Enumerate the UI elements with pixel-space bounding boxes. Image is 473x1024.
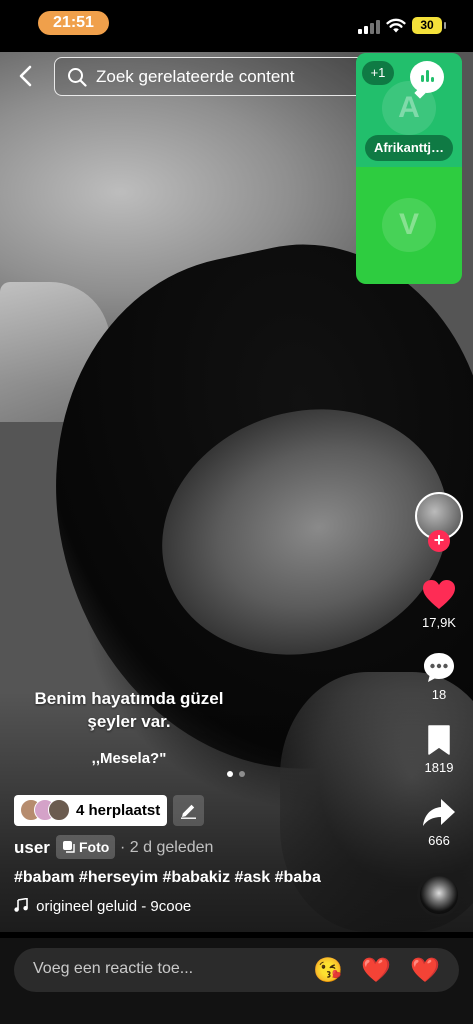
- carousel-dots: [227, 771, 249, 779]
- caption-line-1: Benim hayatımda güzel: [34, 689, 224, 708]
- follow-plus-icon[interactable]: +: [428, 530, 450, 552]
- comment-placeholder: Voeg een reactie toe...: [33, 960, 194, 977]
- hashtags[interactable]: #babam #herseyim #babakiz #ask #baba: [14, 869, 321, 887]
- cellular-signal-icon: [358, 18, 380, 34]
- back-arrow-icon[interactable]: [14, 64, 38, 88]
- heart-emoji-button[interactable]: ❤️: [410, 956, 440, 986]
- post-time: · 2 d geleden: [120, 839, 214, 856]
- participants-badge: +1: [362, 61, 394, 85]
- repost-avatar: [48, 799, 70, 821]
- voice-avatar-v: V: [382, 198, 436, 252]
- repost-chip[interactable]: 4 herplaatst: [14, 795, 167, 826]
- heart-emoji-button[interactable]: ❤️: [361, 956, 391, 986]
- search-placeholder: Zoek gerelateerde content: [96, 67, 295, 86]
- music-disc-icon[interactable]: [417, 873, 461, 917]
- sound-link[interactable]: origineel geluid - 9cooe: [14, 898, 191, 915]
- username[interactable]: user: [14, 838, 50, 858]
- comment-count: 18: [431, 687, 447, 702]
- voice-chat-panel[interactable]: +1 A Afrikanttj… V: [356, 53, 462, 284]
- caption-quote: ,,Mesela?": [91, 750, 167, 767]
- photo-stack-icon: [63, 841, 75, 853]
- pencil-icon: [181, 804, 196, 819]
- search-input[interactable]: Zoek gerelateerde content: [54, 57, 372, 96]
- search-icon: [68, 68, 87, 87]
- caption-line-2: şeyler var.: [87, 712, 171, 731]
- bookmark-icon[interactable]: [421, 722, 457, 758]
- share-count: 666: [428, 833, 450, 848]
- carousel-dot: [239, 771, 245, 777]
- music-note-icon: [14, 898, 28, 912]
- status-time: 21:51: [38, 11, 109, 35]
- save-count: 1819: [424, 760, 454, 775]
- repost-label: 4 herplaatst: [76, 802, 161, 819]
- carousel-dot-active: [227, 771, 233, 777]
- edit-button[interactable]: [173, 795, 204, 826]
- battery-indicator: 30: [412, 17, 446, 34]
- comment-icon[interactable]: [421, 650, 457, 686]
- heart-icon[interactable]: [421, 577, 457, 613]
- voice-avatar-a: A: [382, 81, 436, 135]
- kiss-emoji-button[interactable]: 😘: [313, 956, 343, 986]
- photo-type-badge: Foto: [56, 835, 115, 859]
- like-count: 17,9K: [422, 615, 456, 630]
- voice-participant-name: Afrikanttj…: [365, 135, 453, 161]
- share-icon[interactable]: [421, 795, 457, 831]
- photo-type-label: Foto: [79, 839, 110, 855]
- photo-caption: Benim hayatımda güzel şeyler var.: [18, 687, 240, 733]
- comment-input[interactable]: Voeg een reactie toe...: [14, 948, 459, 992]
- wifi-icon: [386, 18, 406, 33]
- status-bar: 21:51 30: [0, 0, 473, 50]
- sound-label: origineel geluid - 9cooe: [36, 898, 192, 915]
